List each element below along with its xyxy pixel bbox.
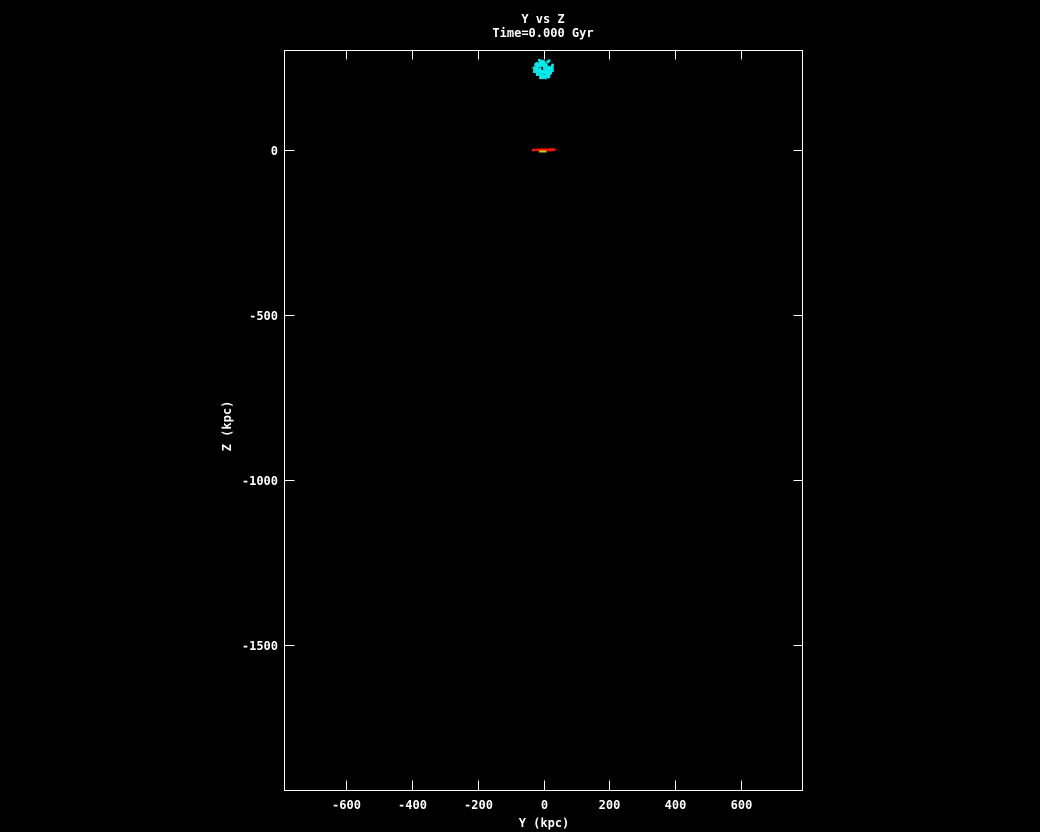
disk-edge-on-dot	[553, 149, 555, 151]
disk-edge-on-dot	[541, 149, 543, 151]
y-tick-label: 0	[271, 144, 278, 158]
satellite-cluster-dot	[547, 68, 550, 71]
satellite-cluster-dot	[548, 59, 551, 62]
y-axis-label: Z (kpc)	[220, 401, 234, 452]
disk-edge-on-dot	[554, 149, 556, 151]
satellite-cluster-dot	[543, 67, 546, 70]
satellite-cluster-dot	[544, 77, 547, 80]
satellite-cluster-dot	[551, 64, 554, 67]
disk-edge-on-dot	[532, 150, 534, 152]
satellite-cluster-dot	[548, 72, 551, 75]
x-tick-label: -400	[398, 798, 427, 812]
disk-edge-on-dot	[551, 149, 553, 151]
satellite-cluster-dot	[536, 62, 539, 65]
x-tick-label: 0	[541, 798, 548, 812]
satellite-cluster-dot	[536, 70, 539, 73]
disk-edge-on-dot	[534, 149, 536, 151]
particles-layer	[532, 59, 556, 153]
satellite-cluster-dot	[541, 73, 544, 76]
satellite-cluster-dot	[551, 69, 554, 72]
x-tick-label: -600	[332, 798, 361, 812]
y-tick-label: -500	[249, 309, 278, 323]
disk-edge-on-dot	[543, 149, 545, 151]
plot-frame	[285, 51, 803, 791]
x-axis-label: Y (kpc)	[519, 816, 570, 830]
chart-title: Y vs Z	[521, 12, 564, 26]
x-tick-label: 200	[599, 798, 621, 812]
satellite-cluster-dot	[542, 71, 545, 74]
x-tick-label: 400	[665, 798, 687, 812]
x-tick-label: -200	[464, 798, 493, 812]
plot-window: Y vs Z Time=0.000 Gyr -600 -400 -200 0 200 40…	[0, 0, 1040, 832]
satellite-cluster-dot	[533, 66, 536, 69]
satellite-cluster-dot	[533, 70, 536, 73]
satellite-cluster-dot	[540, 76, 543, 79]
disk-edge-on-dot	[538, 149, 540, 151]
satellite-cluster-dot	[542, 65, 545, 68]
chart-subtitle: Time=0.000 Gyr	[492, 26, 593, 40]
disk-center-marker-dot	[545, 151, 547, 153]
scatter-plot-canvas: Y vs Z Time=0.000 Gyr -600 -400 -200 0 200 40…	[0, 0, 1040, 832]
disk-edge-on-dot	[548, 149, 550, 151]
satellite-cluster-dot	[541, 60, 544, 63]
disk-edge-on-dot	[546, 149, 548, 151]
x-tick-label: 600	[731, 798, 753, 812]
axis-ticks-layer: -600 -400 -200 0 200 400 600 0 -500 -1000 -1500	[242, 51, 803, 813]
satellite-cluster-dot	[536, 73, 539, 76]
y-tick-label: -1000	[242, 474, 278, 488]
y-tick-label: -1500	[242, 639, 278, 653]
